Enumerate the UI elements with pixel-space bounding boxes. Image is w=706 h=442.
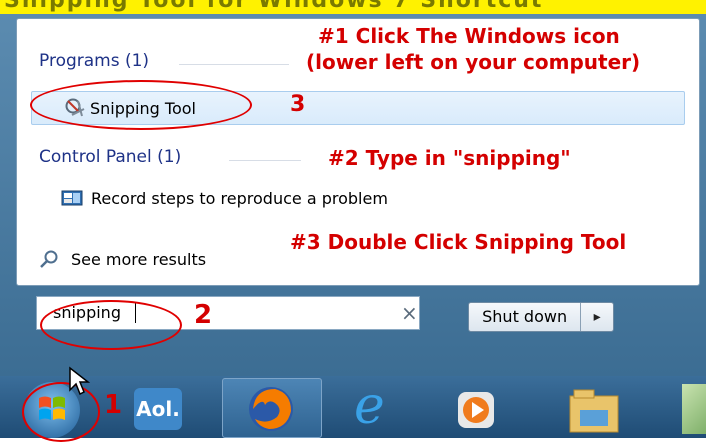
- annotation-step1-line1: #1 Click The Windows icon: [318, 24, 620, 48]
- see-more-label: See more results: [71, 249, 207, 269]
- file-explorer-icon: [569, 389, 619, 433]
- clear-search-icon[interactable]: ×: [401, 301, 418, 325]
- mouse-pointer-icon: [69, 366, 90, 396]
- control-panel-divider: [229, 160, 301, 161]
- internet-explorer-icon: e: [354, 376, 385, 436]
- aol-label: Aol.: [136, 397, 180, 421]
- aol-icon: Aol.: [134, 388, 182, 430]
- annotation-step2: #2 Type in "snipping": [328, 146, 571, 170]
- programs-header[interactable]: Programs (1): [39, 51, 149, 71]
- highlight-ellipse-snipping-tool: [30, 80, 252, 130]
- result-record-steps[interactable]: Record steps to reproduce a problem: [61, 185, 388, 211]
- highlight-ellipse-search: [40, 300, 182, 350]
- taskbar-aol[interactable]: Aol.: [118, 378, 218, 436]
- shutdown-arrow-icon[interactable]: ▸: [580, 303, 613, 331]
- shutdown-button[interactable]: Shut down ▸: [468, 302, 614, 332]
- annotation-number-1: 1: [104, 390, 123, 420]
- annotation-step3: #3 Double Click Snipping Tool: [290, 230, 627, 254]
- shutdown-label: Shut down: [482, 307, 568, 326]
- firefox-icon: [249, 387, 293, 431]
- record-steps-label: Record steps to reproduce a problem: [91, 188, 388, 208]
- control-panel-header[interactable]: Control Panel (1): [39, 147, 181, 167]
- taskbar-file-explorer[interactable]: [552, 378, 650, 436]
- annotation-step1-line2: (lower left on your computer): [306, 50, 641, 74]
- taskbar-firefox[interactable]: [222, 378, 322, 438]
- annotation-number-3: 3: [290, 92, 306, 117]
- taskbar-internet-explorer[interactable]: e: [334, 376, 432, 436]
- media-player-icon: [458, 392, 494, 428]
- programs-divider: [179, 64, 289, 65]
- record-steps-icon: [61, 190, 83, 206]
- sticky-notes-icon[interactable]: [682, 384, 706, 434]
- annotation-number-2: 2: [194, 300, 213, 330]
- top-banner: Snipping Tool for Windows 7 Shortcut: [0, 0, 706, 14]
- see-more-results[interactable]: See more results: [39, 245, 206, 273]
- magnifier-icon: [39, 249, 59, 269]
- banner-text: Snipping Tool for Windows 7 Shortcut: [4, 0, 544, 13]
- taskbar-media-player[interactable]: [440, 378, 538, 436]
